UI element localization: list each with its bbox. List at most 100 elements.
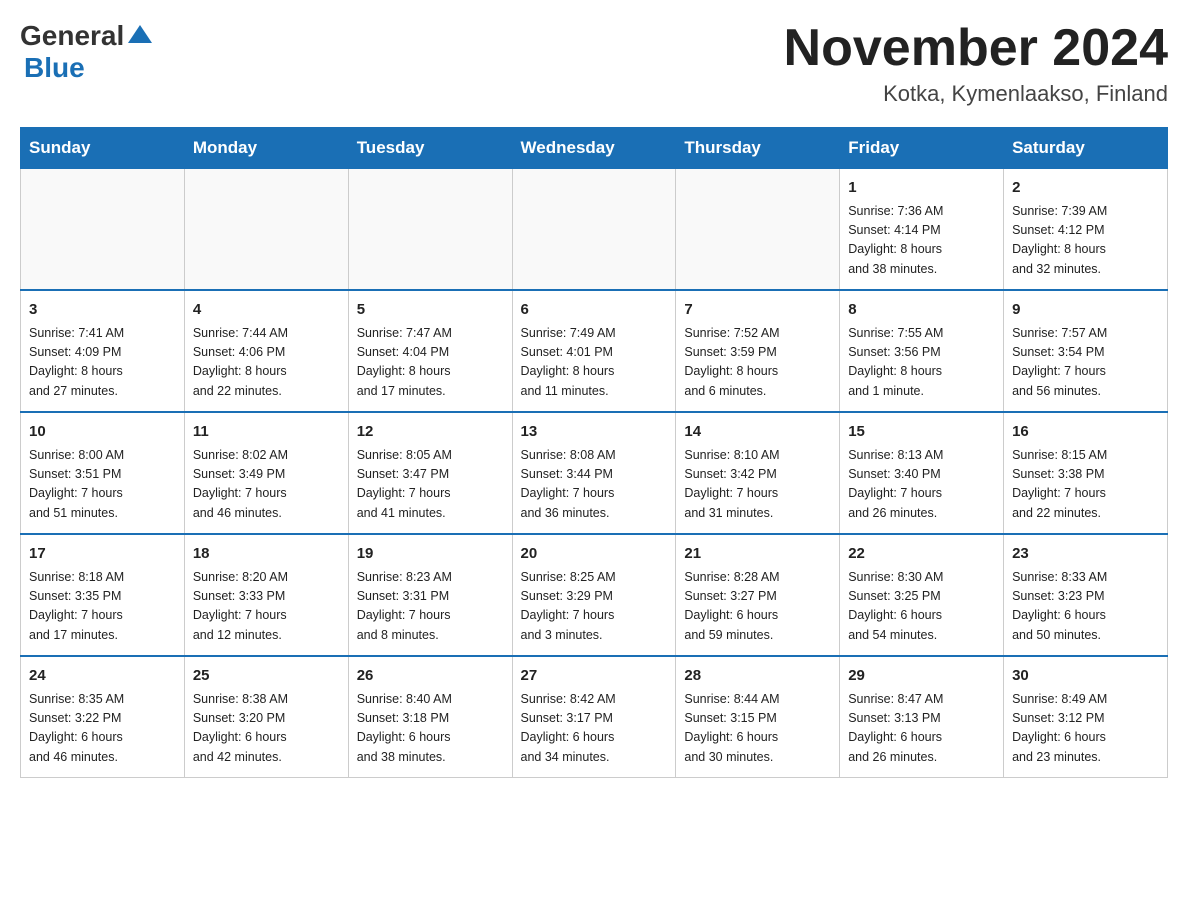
calendar-cell: 29Sunrise: 8:47 AM Sunset: 3:13 PM Dayli… [840,656,1004,778]
day-number: 13 [521,421,668,444]
title-block: November 2024 Kotka, Kymenlaakso, Finlan… [784,20,1168,107]
location-title: Kotka, Kymenlaakso, Finland [784,81,1168,107]
month-title: November 2024 [784,20,1168,77]
day-number: 29 [848,665,995,688]
weekday-header-sunday: Sunday [21,128,185,169]
day-number: 15 [848,421,995,444]
day-number: 3 [29,299,176,322]
day-info: Sunrise: 8:38 AM Sunset: 3:20 PM Dayligh… [193,690,340,768]
day-number: 26 [357,665,504,688]
calendar-cell: 15Sunrise: 8:13 AM Sunset: 3:40 PM Dayli… [840,412,1004,534]
calendar-cell: 4Sunrise: 7:44 AM Sunset: 4:06 PM Daylig… [184,290,348,412]
calendar-cell: 20Sunrise: 8:25 AM Sunset: 3:29 PM Dayli… [512,534,676,656]
day-info: Sunrise: 8:33 AM Sunset: 3:23 PM Dayligh… [1012,568,1159,646]
calendar-cell: 10Sunrise: 8:00 AM Sunset: 3:51 PM Dayli… [21,412,185,534]
calendar-cell: 18Sunrise: 8:20 AM Sunset: 3:33 PM Dayli… [184,534,348,656]
day-info: Sunrise: 8:40 AM Sunset: 3:18 PM Dayligh… [357,690,504,768]
day-number: 18 [193,543,340,566]
calendar-cell: 30Sunrise: 8:49 AM Sunset: 3:12 PM Dayli… [1004,656,1168,778]
calendar-cell: 19Sunrise: 8:23 AM Sunset: 3:31 PM Dayli… [348,534,512,656]
calendar-cell: 21Sunrise: 8:28 AM Sunset: 3:27 PM Dayli… [676,534,840,656]
day-info: Sunrise: 7:39 AM Sunset: 4:12 PM Dayligh… [1012,202,1159,280]
calendar-cell: 1Sunrise: 7:36 AM Sunset: 4:14 PM Daylig… [840,169,1004,291]
day-info: Sunrise: 8:20 AM Sunset: 3:33 PM Dayligh… [193,568,340,646]
logo-general-text: General [20,20,124,52]
day-info: Sunrise: 7:52 AM Sunset: 3:59 PM Dayligh… [684,324,831,402]
day-info: Sunrise: 8:18 AM Sunset: 3:35 PM Dayligh… [29,568,176,646]
calendar-cell [512,169,676,291]
calendar-cell: 28Sunrise: 8:44 AM Sunset: 3:15 PM Dayli… [676,656,840,778]
weekday-header-saturday: Saturday [1004,128,1168,169]
calendar-cell: 9Sunrise: 7:57 AM Sunset: 3:54 PM Daylig… [1004,290,1168,412]
calendar-cell: 23Sunrise: 8:33 AM Sunset: 3:23 PM Dayli… [1004,534,1168,656]
day-info: Sunrise: 8:44 AM Sunset: 3:15 PM Dayligh… [684,690,831,768]
day-info: Sunrise: 8:08 AM Sunset: 3:44 PM Dayligh… [521,446,668,524]
calendar-cell [676,169,840,291]
calendar-cell [184,169,348,291]
calendar-cell: 14Sunrise: 8:10 AM Sunset: 3:42 PM Dayli… [676,412,840,534]
day-number: 7 [684,299,831,322]
calendar-cell: 6Sunrise: 7:49 AM Sunset: 4:01 PM Daylig… [512,290,676,412]
day-info: Sunrise: 7:55 AM Sunset: 3:56 PM Dayligh… [848,324,995,402]
day-info: Sunrise: 8:15 AM Sunset: 3:38 PM Dayligh… [1012,446,1159,524]
day-info: Sunrise: 8:30 AM Sunset: 3:25 PM Dayligh… [848,568,995,646]
day-info: Sunrise: 8:00 AM Sunset: 3:51 PM Dayligh… [29,446,176,524]
calendar-cell: 24Sunrise: 8:35 AM Sunset: 3:22 PM Dayli… [21,656,185,778]
calendar-cell: 17Sunrise: 8:18 AM Sunset: 3:35 PM Dayli… [21,534,185,656]
day-number: 28 [684,665,831,688]
day-info: Sunrise: 8:42 AM Sunset: 3:17 PM Dayligh… [521,690,668,768]
calendar-cell: 26Sunrise: 8:40 AM Sunset: 3:18 PM Dayli… [348,656,512,778]
weekday-header-row: SundayMondayTuesdayWednesdayThursdayFrid… [21,128,1168,169]
day-info: Sunrise: 8:25 AM Sunset: 3:29 PM Dayligh… [521,568,668,646]
weekday-header-tuesday: Tuesday [348,128,512,169]
calendar-week-row: 17Sunrise: 8:18 AM Sunset: 3:35 PM Dayli… [21,534,1168,656]
weekday-header-thursday: Thursday [676,128,840,169]
day-number: 21 [684,543,831,566]
day-info: Sunrise: 7:47 AM Sunset: 4:04 PM Dayligh… [357,324,504,402]
day-number: 10 [29,421,176,444]
day-info: Sunrise: 8:05 AM Sunset: 3:47 PM Dayligh… [357,446,504,524]
calendar-cell: 12Sunrise: 8:05 AM Sunset: 3:47 PM Dayli… [348,412,512,534]
calendar-week-row: 3Sunrise: 7:41 AM Sunset: 4:09 PM Daylig… [21,290,1168,412]
day-info: Sunrise: 8:35 AM Sunset: 3:22 PM Dayligh… [29,690,176,768]
day-number: 2 [1012,177,1159,200]
day-info: Sunrise: 8:28 AM Sunset: 3:27 PM Dayligh… [684,568,831,646]
weekday-header-wednesday: Wednesday [512,128,676,169]
logo-blue-text: Blue [24,52,85,83]
day-info: Sunrise: 8:47 AM Sunset: 3:13 PM Dayligh… [848,690,995,768]
calendar-cell [348,169,512,291]
calendar-cell: 16Sunrise: 8:15 AM Sunset: 3:38 PM Dayli… [1004,412,1168,534]
day-number: 19 [357,543,504,566]
calendar-cell [21,169,185,291]
calendar-cell: 11Sunrise: 8:02 AM Sunset: 3:49 PM Dayli… [184,412,348,534]
calendar-week-row: 24Sunrise: 8:35 AM Sunset: 3:22 PM Dayli… [21,656,1168,778]
day-number: 22 [848,543,995,566]
calendar-cell: 8Sunrise: 7:55 AM Sunset: 3:56 PM Daylig… [840,290,1004,412]
day-number: 24 [29,665,176,688]
day-number: 16 [1012,421,1159,444]
day-number: 20 [521,543,668,566]
day-info: Sunrise: 7:41 AM Sunset: 4:09 PM Dayligh… [29,324,176,402]
day-number: 5 [357,299,504,322]
day-info: Sunrise: 8:49 AM Sunset: 3:12 PM Dayligh… [1012,690,1159,768]
calendar-cell: 3Sunrise: 7:41 AM Sunset: 4:09 PM Daylig… [21,290,185,412]
day-number: 4 [193,299,340,322]
day-number: 17 [29,543,176,566]
calendar-cell: 25Sunrise: 8:38 AM Sunset: 3:20 PM Dayli… [184,656,348,778]
calendar-cell: 22Sunrise: 8:30 AM Sunset: 3:25 PM Dayli… [840,534,1004,656]
day-info: Sunrise: 7:36 AM Sunset: 4:14 PM Dayligh… [848,202,995,280]
day-number: 1 [848,177,995,200]
day-info: Sunrise: 7:57 AM Sunset: 3:54 PM Dayligh… [1012,324,1159,402]
day-number: 30 [1012,665,1159,688]
calendar-cell: 13Sunrise: 8:08 AM Sunset: 3:44 PM Dayli… [512,412,676,534]
day-info: Sunrise: 8:23 AM Sunset: 3:31 PM Dayligh… [357,568,504,646]
logo-icon [126,21,154,49]
day-info: Sunrise: 7:44 AM Sunset: 4:06 PM Dayligh… [193,324,340,402]
calendar-week-row: 10Sunrise: 8:00 AM Sunset: 3:51 PM Dayli… [21,412,1168,534]
calendar-cell: 2Sunrise: 7:39 AM Sunset: 4:12 PM Daylig… [1004,169,1168,291]
calendar-cell: 7Sunrise: 7:52 AM Sunset: 3:59 PM Daylig… [676,290,840,412]
day-info: Sunrise: 8:02 AM Sunset: 3:49 PM Dayligh… [193,446,340,524]
day-info: Sunrise: 8:13 AM Sunset: 3:40 PM Dayligh… [848,446,995,524]
day-number: 8 [848,299,995,322]
day-info: Sunrise: 8:10 AM Sunset: 3:42 PM Dayligh… [684,446,831,524]
